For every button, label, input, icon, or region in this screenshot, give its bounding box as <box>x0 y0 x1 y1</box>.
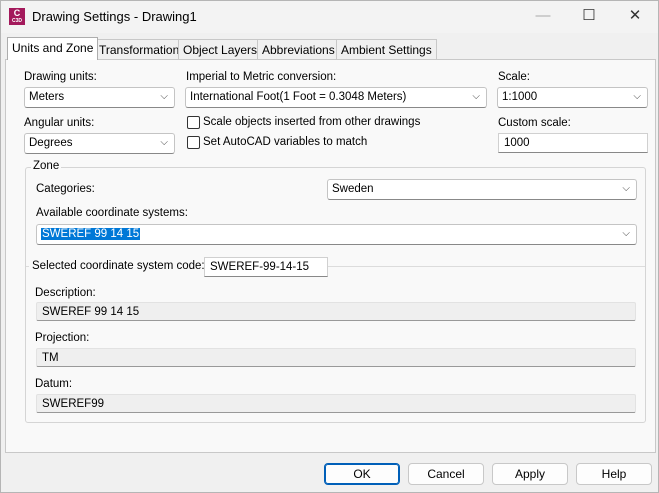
angular-units-select[interactable]: Degrees ⌵ <box>24 133 175 154</box>
imperial-conversion-select[interactable]: International Foot(1 Foot = 0.3048 Meter… <box>185 87 487 108</box>
coordinate-code-label: Selected coordinate system code: <box>29 260 208 272</box>
close-button[interactable]: ✕ <box>612 1 658 33</box>
imperial-value: International Foot(1 Foot = 0.3048 Meter… <box>190 91 407 103</box>
tab-transformation[interactable]: Transformation <box>94 39 185 59</box>
cancel-button[interactable]: Cancel <box>408 463 484 485</box>
maximize-button[interactable]: ☐ <box>566 1 612 33</box>
chevron-down-icon: ⌵ <box>472 91 480 102</box>
scale-label: Scale: <box>498 71 530 83</box>
available-systems-label: Available coordinate systems: <box>36 207 188 219</box>
categories-value: Sweden <box>332 183 374 195</box>
tab-ambient-settings[interactable]: Ambient Settings <box>336 39 437 59</box>
drawing-settings-dialog: C C3D Drawing Settings - Drawing1 — ☐ ✕ U… <box>0 0 659 493</box>
scale-objects-label: Scale objects inserted from other drawin… <box>203 116 421 128</box>
apply-button[interactable]: Apply <box>492 463 568 485</box>
chevron-down-icon: ⌵ <box>633 91 641 102</box>
app-icon: C C3D <box>9 8 25 25</box>
set-autocad-vars-checkbox[interactable] <box>187 136 200 149</box>
drawing-units-value: Meters <box>29 91 65 103</box>
title-bar: C C3D Drawing Settings - Drawing1 — ☐ ✕ <box>1 1 658 33</box>
datum-field: SWEREF99 <box>36 394 636 413</box>
tab-abbreviations[interactable]: Abbreviations <box>257 39 340 59</box>
zone-group <box>25 167 646 423</box>
chevron-down-icon: ⌵ <box>160 91 168 102</box>
scale-value: 1:1000 <box>502 91 538 103</box>
tab-units-and-zone[interactable]: Units and Zone <box>7 37 99 60</box>
zone-group-title: Zone <box>31 160 62 172</box>
minimize-button[interactable]: — <box>520 1 566 33</box>
help-button[interactable]: Help <box>576 463 652 485</box>
set-autocad-vars-label: Set AutoCAD variables to match <box>203 136 368 148</box>
categories-label: Categories: <box>36 183 95 195</box>
description-field: SWEREF 99 14 15 <box>36 302 636 321</box>
drawing-units-label: Drawing units: <box>24 71 97 83</box>
tab-object-layers[interactable]: Object Layers <box>178 39 263 59</box>
chevron-down-icon: ⌵ <box>622 228 630 239</box>
available-systems-select[interactable]: SWEREF 99 14 15 ⌵ <box>36 224 637 245</box>
custom-scale-input[interactable]: 1000 <box>498 133 648 153</box>
imperial-label: Imperial to Metric conversion: <box>186 71 337 83</box>
custom-scale-label: Custom scale: <box>498 117 571 129</box>
coordinate-code-input[interactable]: SWEREF-99-14-15 <box>204 257 328 277</box>
chevron-down-icon: ⌵ <box>160 137 168 148</box>
scale-select[interactable]: 1:1000 ⌵ <box>497 87 648 108</box>
chevron-down-icon: ⌵ <box>622 183 630 194</box>
ok-button[interactable]: OK <box>324 463 400 485</box>
projection-field: TM <box>36 348 636 367</box>
scale-objects-checkbox[interactable] <box>187 116 200 129</box>
available-systems-value: SWEREF 99 14 15 <box>41 228 141 240</box>
window-title: Drawing Settings - Drawing1 <box>32 9 197 24</box>
angular-units-label: Angular units: <box>24 117 95 129</box>
drawing-units-select[interactable]: Meters ⌵ <box>24 87 175 108</box>
angular-value: Degrees <box>29 137 73 149</box>
categories-select[interactable]: Sweden ⌵ <box>327 179 637 200</box>
projection-label: Projection: <box>35 332 90 344</box>
datum-label: Datum: <box>35 378 73 390</box>
description-label: Description: <box>35 287 96 299</box>
